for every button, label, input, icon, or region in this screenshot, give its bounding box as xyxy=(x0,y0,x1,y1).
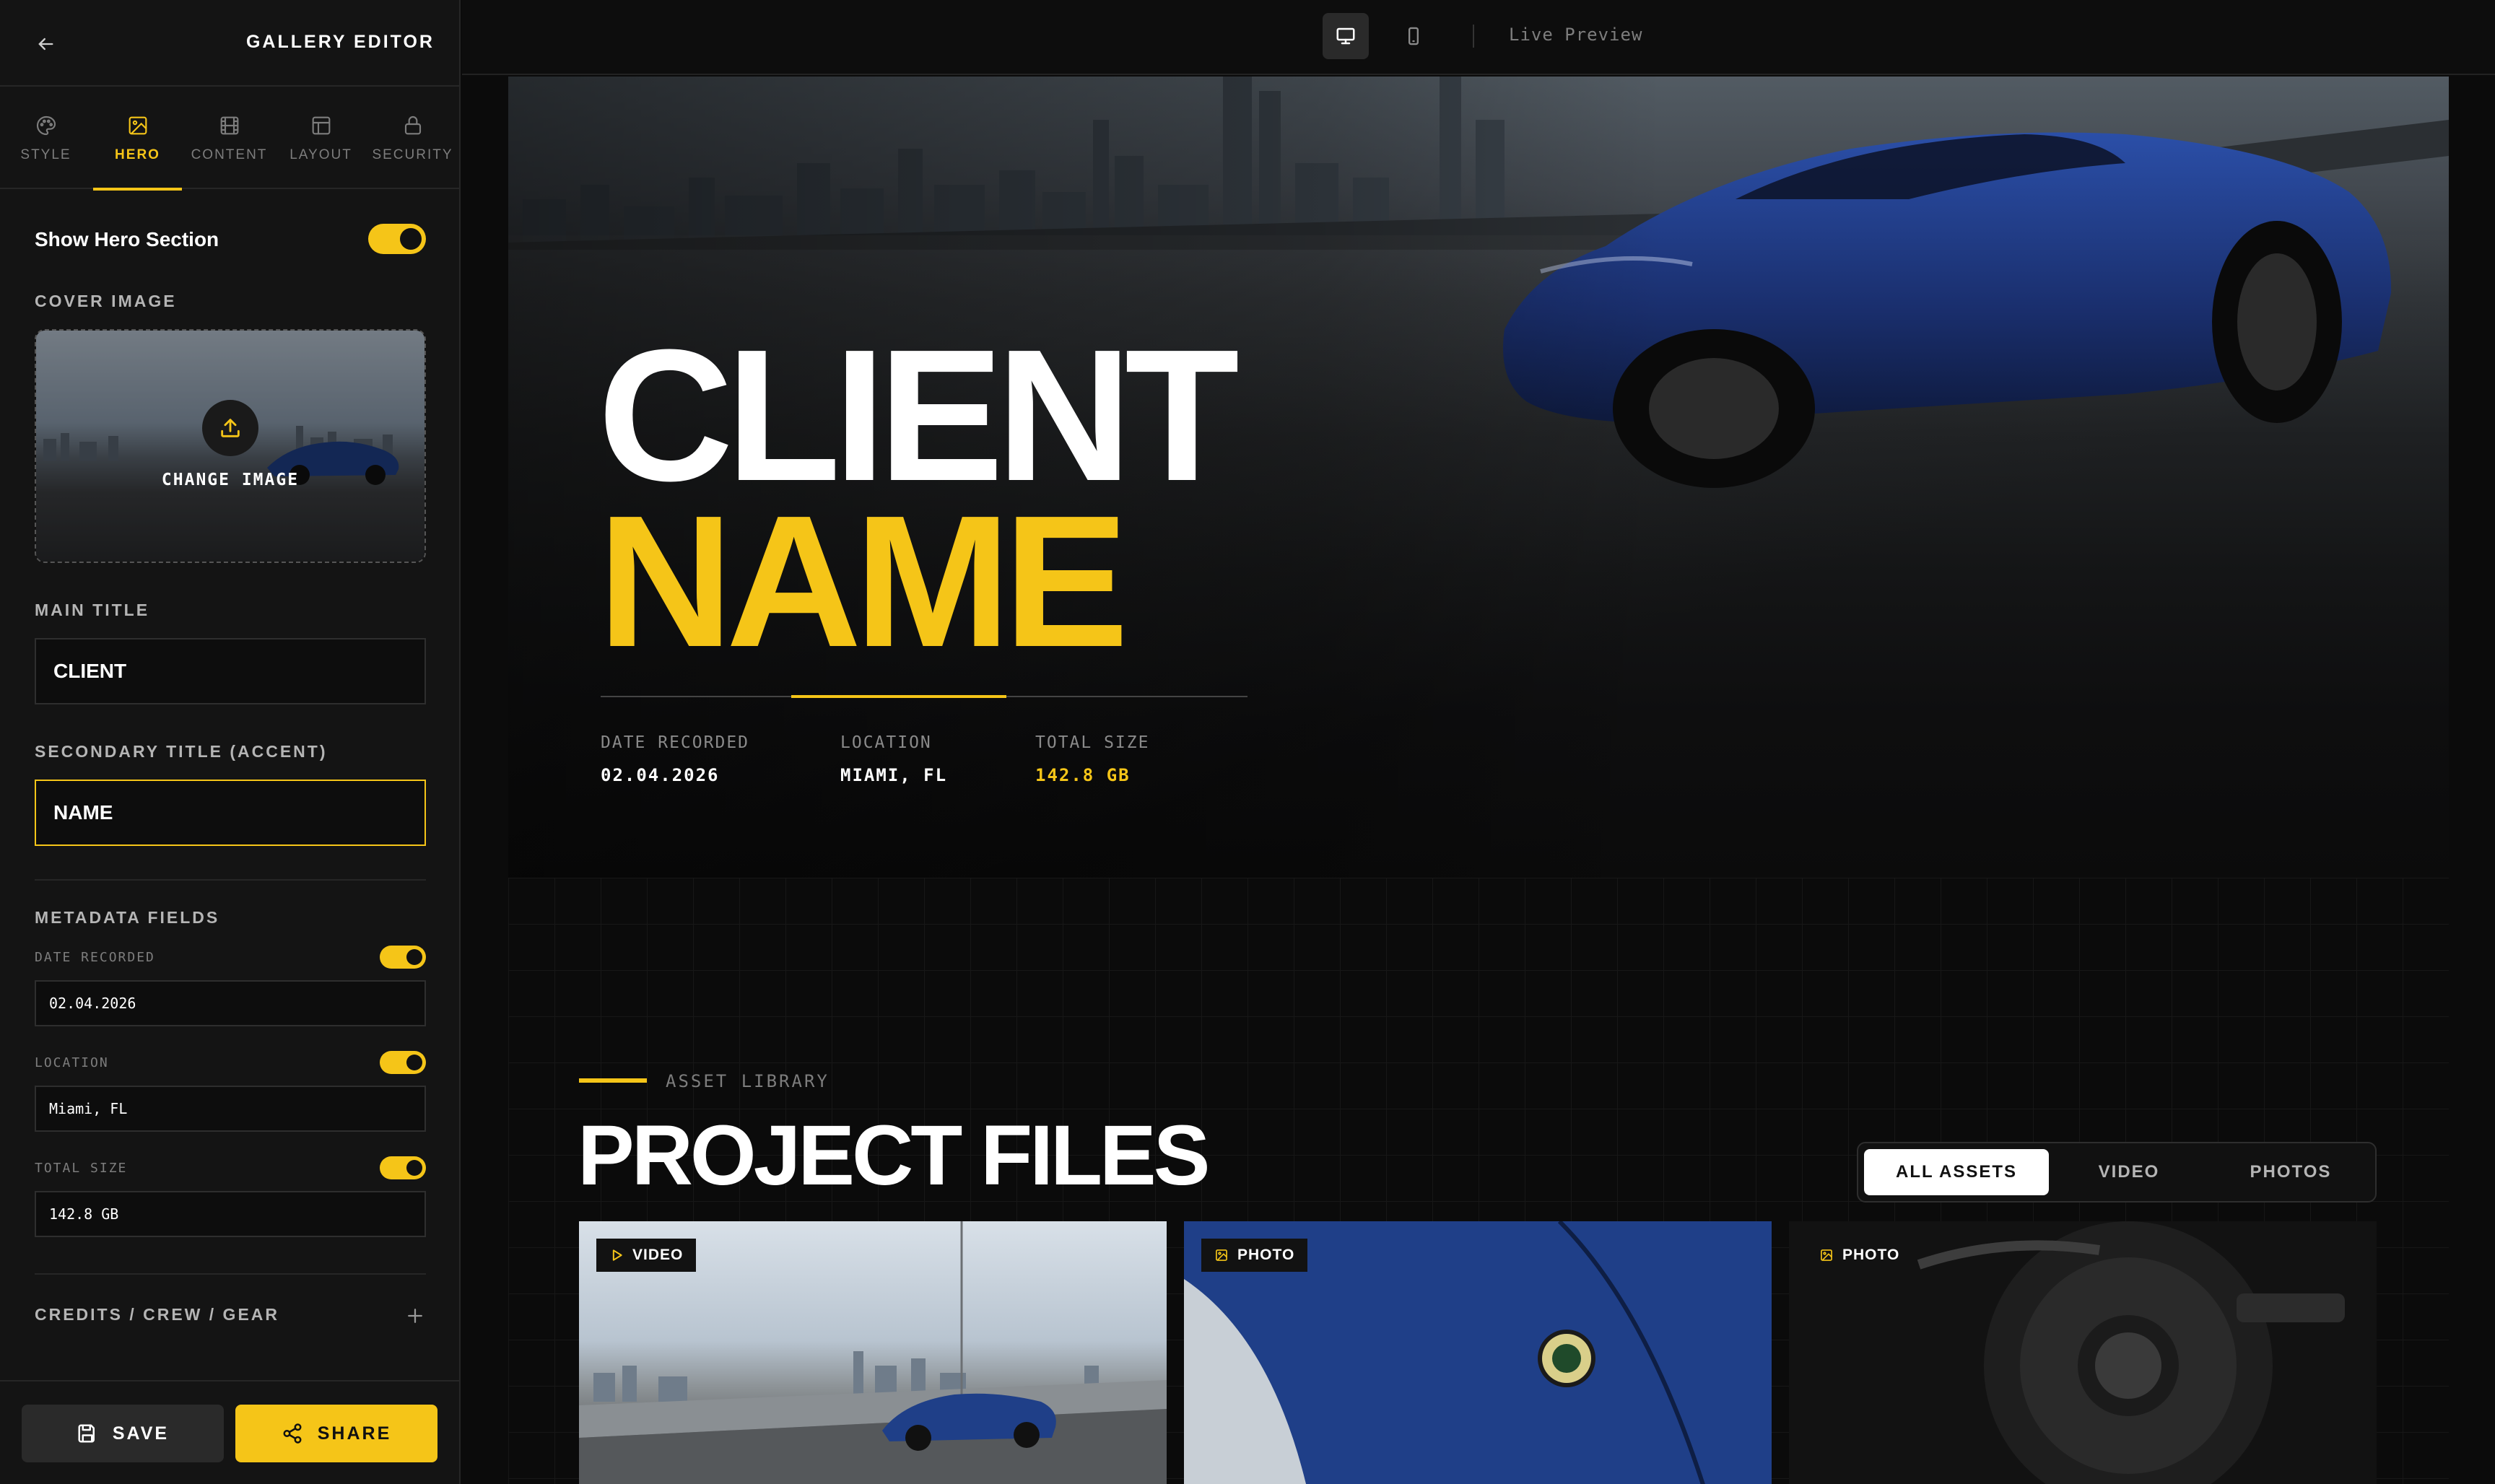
filter-photos[interactable]: PHOTOS xyxy=(2211,1149,2371,1195)
asset-library-label: ASSET LIBRARY xyxy=(666,1071,830,1091)
badge-label: VIDEO xyxy=(632,1247,684,1263)
show-hero-toggle[interactable] xyxy=(368,224,426,254)
tab-content-label: CONTENT xyxy=(191,147,268,162)
image-icon xyxy=(1216,1249,1227,1261)
badge-label: PHOTO xyxy=(1237,1247,1295,1263)
tab-hero[interactable]: HERO xyxy=(92,88,183,191)
mobile-view-button[interactable] xyxy=(1390,13,1437,59)
credits-section-header[interactable]: CREDITS / CREW / GEAR xyxy=(35,1299,426,1332)
arrow-left-icon xyxy=(38,38,53,51)
share-button[interactable]: SHARE xyxy=(235,1405,437,1462)
change-image-label: CHANGE IMAGE xyxy=(161,471,300,489)
desktop-view-button[interactable] xyxy=(1323,13,1369,59)
tab-style[interactable]: STYLE xyxy=(0,88,92,189)
tab-layout[interactable]: LAYOUT xyxy=(275,88,367,189)
meta-label: LOCATION xyxy=(840,733,932,752)
meta-value: 142.8 GB xyxy=(1035,765,1131,785)
date-recorded-input[interactable]: 02.04.2026 xyxy=(35,980,426,1026)
location-toggle[interactable] xyxy=(380,1051,426,1074)
photo-badge: PHOTO xyxy=(1806,1239,1913,1272)
tab-hero-label: HERO xyxy=(115,147,160,162)
show-hero-label: Show Hero Section xyxy=(35,228,219,250)
main-title-input[interactable]: CLIENT xyxy=(35,638,426,704)
editor-tabs: STYLE HERO CONTENT LAYOUT SECURITY xyxy=(0,88,459,191)
tab-security-label: SECURITY xyxy=(372,147,453,162)
editor-title: GALLERY EDITOR xyxy=(245,32,435,52)
lock-icon xyxy=(404,116,421,135)
video-badge: VIDEO xyxy=(596,1239,697,1272)
total-size-label: TOTAL SIZE xyxy=(35,1161,128,1176)
filter-all-assets[interactable]: ALL ASSETS xyxy=(1864,1149,2049,1195)
total-size-toggle[interactable] xyxy=(380,1156,426,1179)
meta-date-recorded: DATE RECORDED 02.04.2026 xyxy=(601,733,749,785)
back-button[interactable] xyxy=(29,27,62,61)
credits-label: CREDITS / CREW / GEAR xyxy=(35,1305,280,1324)
cover-image-label: COVER IMAGE xyxy=(35,292,177,310)
hero-section: CLIENT NAME DATE RECORDED 02.04.2026 LOC… xyxy=(508,77,2449,878)
hero-title-accent: NAME xyxy=(598,477,1129,686)
film-icon xyxy=(220,116,238,135)
share-label: SHARE xyxy=(317,1423,392,1444)
photo-badge: PHOTO xyxy=(1201,1239,1308,1272)
image-icon xyxy=(129,116,147,135)
eyebrow-accent-line xyxy=(579,1078,647,1083)
secondary-title-label: SECONDARY TITLE (ACCENT) xyxy=(35,742,328,761)
meta-value: MIAMI, FL xyxy=(840,765,948,785)
upload-icon xyxy=(221,419,240,437)
image-icon xyxy=(1821,1249,1832,1261)
sidebar-header: GALLERY EDITOR xyxy=(0,0,459,87)
section-divider xyxy=(35,1273,426,1275)
live-preview-label: Live Preview xyxy=(1509,25,1643,45)
meta-value: 02.04.2026 xyxy=(601,765,720,785)
meta-label: DATE RECORDED xyxy=(601,733,750,752)
date-recorded-toggle[interactable] xyxy=(380,946,426,969)
layout-icon xyxy=(312,116,330,135)
location-input[interactable]: Miami, FL xyxy=(35,1086,426,1132)
live-preview-canvas: CLIENT NAME DATE RECORDED 02.04.2026 LOC… xyxy=(508,77,2449,1484)
smartphone-icon xyxy=(1408,27,1419,45)
tab-content[interactable]: CONTENT xyxy=(183,88,275,189)
asset-card-video[interactable]: VIDEO xyxy=(579,1221,1167,1484)
cover-image-upload[interactable]: CHANGE IMAGE xyxy=(35,329,426,563)
project-files-title: PROJECT FILES xyxy=(578,1108,1210,1203)
badge-label: PHOTO xyxy=(1842,1247,1900,1263)
upload-button[interactable] xyxy=(202,400,258,456)
meta-label: TOTAL SIZE xyxy=(1035,733,1150,752)
editor-sidebar: GALLERY EDITOR STYLE HERO CONTENT LAYOUT… xyxy=(0,0,461,1484)
save-button[interactable]: SAVE xyxy=(22,1405,224,1462)
plus-icon xyxy=(408,1309,422,1323)
main-title-label: MAIN TITLE xyxy=(35,601,150,619)
hero-divider xyxy=(601,695,1248,698)
asset-filter: ALL ASSETS VIDEO PHOTOS xyxy=(1857,1142,2377,1203)
save-label: SAVE xyxy=(112,1423,170,1444)
toolbar-separator xyxy=(1473,25,1474,48)
section-divider xyxy=(35,879,426,881)
filter-video[interactable]: VIDEO xyxy=(2053,1149,2205,1195)
secondary-title-input[interactable]: NAME xyxy=(35,780,426,846)
metadata-fields-label: METADATA FIELDS xyxy=(35,908,220,927)
play-icon xyxy=(612,1249,622,1261)
tab-security[interactable]: SECURITY xyxy=(367,88,458,189)
asset-card-photo[interactable]: PHOTO xyxy=(1184,1221,1772,1484)
save-icon xyxy=(78,1424,95,1443)
total-size-input[interactable]: 142.8 GB xyxy=(35,1191,426,1237)
meta-location: LOCATION MIAMI, FL xyxy=(840,733,947,785)
palette-icon xyxy=(36,115,56,136)
monitor-icon xyxy=(1336,27,1355,45)
date-recorded-label: DATE RECORDED xyxy=(35,950,155,965)
share-icon xyxy=(283,1423,302,1444)
tab-style-label: STYLE xyxy=(20,147,71,162)
preview-toolbar: Live Preview xyxy=(462,0,2495,75)
tab-layout-label: LAYOUT xyxy=(289,147,352,162)
meta-total-size: TOTAL SIZE 142.8 GB xyxy=(1035,733,1149,785)
location-label: LOCATION xyxy=(35,1055,109,1070)
asset-card-photo[interactable]: PHOTO xyxy=(1789,1221,2377,1484)
sidebar-footer: SAVE SHARE xyxy=(0,1380,459,1484)
